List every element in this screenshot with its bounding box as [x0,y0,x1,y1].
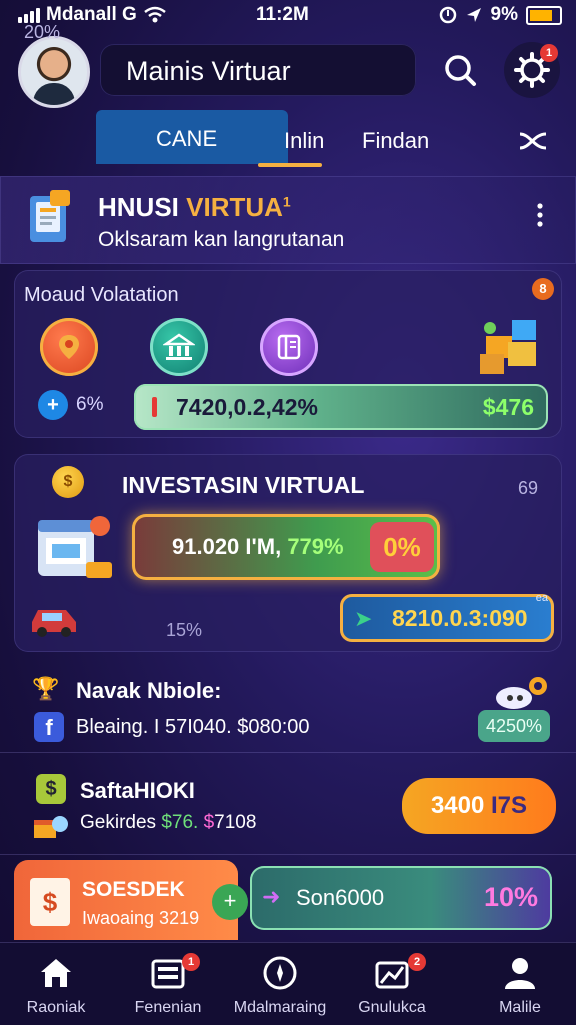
list-item-subtitle: Gekirdes $76. $7108 [80,812,257,833]
gift-icon [30,810,70,840]
tab-inlin[interactable]: Inlin [284,128,324,154]
car-illustration [28,602,80,638]
search-icon [445,55,476,86]
more-button[interactable] [530,202,550,233]
volatility-value: 7420,0.2,42% [176,394,318,420]
bank-button[interactable] [150,318,208,376]
pin-button[interactable] [40,318,98,376]
clock: 11:2M [256,4,309,25]
calendar-illustration [30,508,114,588]
list-item-title: SaftaHIOKI [80,778,195,803]
investment-bar[interactable]: 91.020 I'M, 779% 0% [132,514,440,580]
book-button[interactable] [260,318,318,376]
plus-icon[interactable]: + [38,390,68,420]
investment-small-percent: 15% [166,620,203,640]
arrow-right-icon: ➜ [262,884,281,909]
hero-title: HNUSI VIRTUA1 [98,192,291,222]
volatility-badge: 8 [532,278,554,300]
summary-percent: 10% [483,882,538,912]
investment-percent: 0% [370,522,434,572]
wifi-icon [144,6,166,23]
tab-underline [258,163,322,167]
nav-badge: 2 [408,953,426,971]
marker [152,397,157,417]
shuffle-icon [519,132,547,150]
more-vertical-icon [537,203,543,227]
bank-icon [163,333,195,360]
chart-icon [375,961,409,989]
notification-badge: 1 [540,44,558,62]
settings-button[interactable]: 1 [504,42,560,98]
cloud-gear-illustration [492,672,552,712]
add-button[interactable]: + [212,884,248,920]
facebook-icon: f [34,712,64,742]
nav-item-profile[interactable]: Malile [464,953,576,1017]
tab-findan[interactable]: Findan [362,128,429,154]
location-pin-icon [59,335,79,359]
hero-subtitle: Oklsaram kan langrutanan [98,228,345,251]
document-icon [20,188,80,250]
trophy-icon: 🏆 [32,676,60,701]
tag-icon: $ [36,774,66,804]
nav-badge: 1 [182,953,200,971]
volatility-bar[interactable]: 7420,0.2,42% $476 [134,384,548,430]
nav-item-wallet[interactable]: 1 Fenenian [112,953,224,1017]
tab-cane[interactable]: CANE [96,110,288,164]
bottom-nav: Raoniak 1 Fenenian Mdalmaraing 2 Gnulukc… [0,942,576,1025]
tab-label: CANE [156,126,218,151]
list-item-pill: 4250% [478,710,550,742]
page-title: Mainis Virtuar [126,56,291,86]
book-icon [277,334,301,360]
list-item-title: Navak Nbiole: [76,678,222,703]
compass-icon [263,956,297,990]
search-button[interactable] [432,42,488,98]
boxes-illustration [478,318,550,376]
alarm-icon [439,6,456,24]
shuffle-button[interactable] [516,126,552,159]
investment-bar-secondary[interactable]: ➤ 8210.0.3:090 ea [340,592,554,642]
amount-button[interactable]: 3400 I7S [402,778,556,834]
promo-title: SOESDEK [82,878,185,901]
dollar-document-icon: $ [30,878,70,926]
signal-icon [18,7,40,23]
status-bar: Mdanall G 11:2M 9% [0,0,576,32]
title-box: Mainis Virtuar [100,44,416,96]
coin-icon: $ [52,466,84,498]
investment-corner-value: 69 [518,478,539,498]
battery-icon [526,5,562,25]
battery-label: 9% [490,4,518,25]
investment-tag: ea [535,592,548,604]
tab-percent: 20% [24,22,61,42]
nav-item-chart[interactable]: 2 Gnulukca [336,953,448,1017]
home-icon [41,959,71,987]
small-percent: + 6% [38,390,103,420]
volatility-title: Moaud Volatation [24,284,179,306]
location-icon [466,8,481,22]
summary-title: Son6000 [296,885,385,910]
investment-value: 91.020 I'M, 779% [172,534,344,559]
promo-subtitle: Iwaoaing 3219 [82,908,200,928]
volatility-amount: $476 [482,394,534,420]
avatar[interactable] [18,36,90,108]
arrow-icon: ➤ [354,606,373,631]
profile-icon [505,958,535,989]
nav-item-home[interactable]: Raoniak [0,953,112,1017]
summary-bar[interactable]: ➜ Son6000 10% [250,866,552,930]
list-item-subtitle: Bleaing. I 57I040. $080:00 [76,716,310,738]
investment-secondary-value: 8210.0.3:090 [392,605,528,631]
promo-card[interactable]: $ SOESDEK Iwaoaing 3219 + [14,860,248,940]
nav-item-compass[interactable]: Mdalmaraing [224,953,336,1017]
investment-title: INVESTASIN VIRTUAL [122,472,365,498]
